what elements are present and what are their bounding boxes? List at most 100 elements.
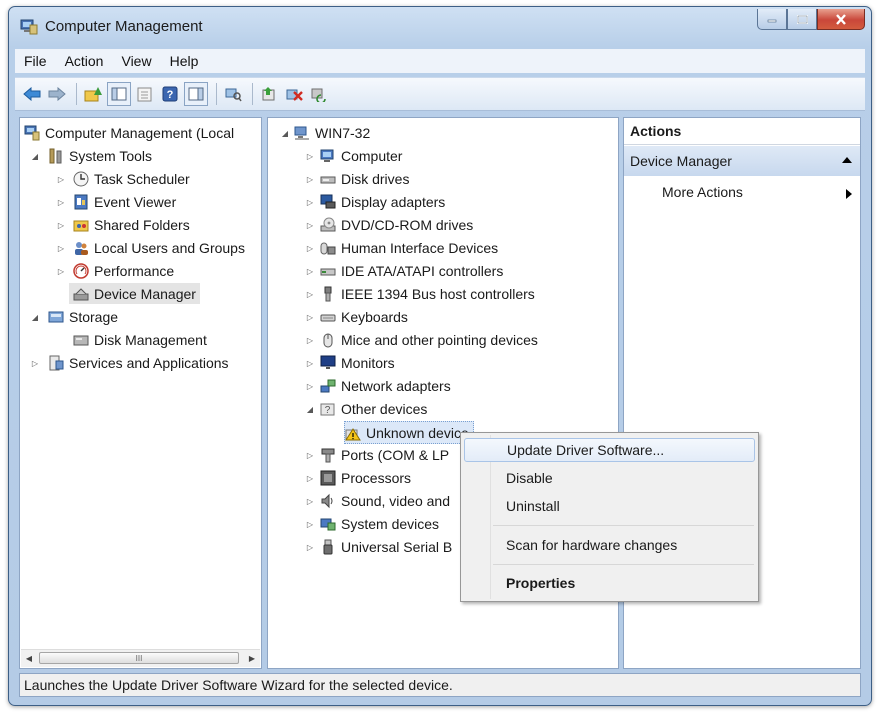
close-button[interactable] — [817, 9, 865, 30]
expand-icon[interactable]: ▷ — [56, 174, 66, 184]
computer-icon — [320, 149, 334, 162]
tree-node-task-scheduler[interactable]: Task Scheduler — [73, 168, 190, 189]
tree-node-performance[interactable]: Performance — [73, 260, 174, 281]
device-category-usb[interactable]: Universal Serial B — [320, 536, 452, 557]
collapse-icon[interactable]: ◢ — [280, 128, 290, 138]
expand-icon[interactable]: ▷ — [305, 450, 315, 460]
menu-properties[interactable]: Properties — [464, 571, 755, 595]
tree-node-system-tools[interactable]: System Tools — [48, 145, 152, 166]
title-bar[interactable]: Computer Management — [9, 7, 871, 45]
tree-node-services-applications[interactable]: Services and Applications — [48, 352, 229, 373]
forward-button[interactable] — [46, 83, 68, 105]
help-button[interactable]: ? — [159, 83, 181, 105]
update-driver-button[interactable] — [258, 83, 280, 105]
tree-node-shared-folders[interactable]: Shared Folders — [73, 214, 190, 235]
expand-icon[interactable]: ▷ — [305, 335, 315, 345]
device-category-dvd-drives[interactable]: DVD/CD-ROM drives — [320, 214, 473, 235]
device-category-keyboards[interactable]: Keyboards — [320, 306, 408, 327]
menu-action[interactable]: Action — [56, 53, 113, 69]
expand-icon[interactable]: ▷ — [305, 151, 315, 161]
expand-icon[interactable]: ▷ — [56, 220, 66, 230]
console-tree[interactable]: Computer Management (Local ◢ System Tool… — [19, 117, 262, 669]
scroll-right-icon[interactable]: ▶ — [246, 652, 258, 664]
up-level-button[interactable] — [82, 83, 104, 105]
expand-icon[interactable]: ▷ — [305, 542, 315, 552]
expand-icon[interactable]: ▷ — [305, 243, 315, 253]
expand-icon[interactable]: ▷ — [305, 289, 315, 299]
expand-icon[interactable]: ▷ — [305, 312, 315, 322]
expand-icon[interactable]: ▷ — [305, 174, 315, 184]
expand-icon[interactable]: ▷ — [305, 358, 315, 368]
menu-view[interactable]: View — [112, 53, 160, 69]
device-tree-root[interactable]: WIN7-32 — [294, 122, 370, 143]
device-category-ieee1394[interactable]: IEEE 1394 Bus host controllers — [320, 283, 535, 304]
expand-icon[interactable]: ▷ — [305, 519, 315, 529]
collapse-icon[interactable]: ◢ — [305, 404, 315, 414]
device-category-network-adapters[interactable]: Network adapters — [320, 375, 451, 396]
actions-section-device-manager[interactable]: Device Manager — [624, 146, 860, 176]
menu-file[interactable]: File — [15, 53, 56, 69]
expand-icon[interactable]: ▷ — [305, 473, 315, 483]
tree-node-local-users[interactable]: Local Users and Groups — [73, 237, 245, 258]
device-category-ide-controllers[interactable]: IDE ATA/ATAPI controllers — [320, 260, 503, 281]
show-hide-action-pane-button[interactable] — [184, 82, 208, 106]
maximize-button[interactable] — [787, 9, 817, 30]
category-label: Keyboards — [341, 308, 408, 325]
minimize-button[interactable] — [757, 9, 787, 30]
device-category-monitors[interactable]: Monitors — [320, 352, 395, 373]
collapse-caret-icon[interactable] — [842, 157, 852, 163]
submenu-arrow-icon[interactable] — [846, 189, 852, 199]
device-category-system-devices[interactable]: System devices — [320, 513, 439, 534]
expand-icon[interactable]: ▷ — [305, 496, 315, 506]
device-category-mice[interactable]: Mice and other pointing devices — [320, 329, 538, 350]
enable-device-button[interactable] — [308, 83, 330, 105]
scrollbar-thumb[interactable]: III — [39, 652, 239, 664]
expand-icon[interactable]: ▷ — [305, 266, 315, 276]
device-category-processors[interactable]: Processors — [320, 467, 411, 488]
expand-icon[interactable]: ▷ — [305, 381, 315, 391]
category-label: Human Interface Devices — [341, 239, 499, 256]
expand-icon[interactable]: ▷ — [56, 197, 66, 207]
collapse-icon[interactable]: ◢ — [30, 151, 40, 161]
tree-node-device-manager[interactable]: Device Manager — [69, 283, 200, 304]
menu-update-driver-software[interactable]: Update Driver Software... — [464, 438, 755, 462]
expand-icon[interactable]: ▷ — [305, 197, 315, 207]
back-button[interactable] — [21, 83, 43, 105]
tree-node-computer-management[interactable]: Computer Management (Local — [24, 122, 234, 143]
scroll-left-icon[interactable]: ◀ — [23, 652, 35, 664]
device-unknown-device[interactable]: Unknown device — [344, 421, 474, 444]
uninstall-button[interactable] — [283, 83, 305, 105]
device-category-ports[interactable]: Ports (COM & LP — [320, 444, 449, 465]
more-actions-link[interactable]: More Actions — [662, 184, 743, 200]
tree-node-label: Disk Management — [94, 331, 207, 348]
tree-node-event-viewer[interactable]: Event Viewer — [73, 191, 176, 212]
scan-hardware-button[interactable] — [222, 83, 244, 105]
menu-uninstall[interactable]: Uninstall — [464, 494, 755, 518]
collapse-icon[interactable]: ◢ — [30, 312, 40, 322]
maximize-icon — [796, 14, 808, 24]
toolbar-separator — [76, 83, 77, 105]
other-devices-icon: ? — [320, 403, 335, 416]
device-category-computer[interactable]: Computer — [320, 145, 402, 166]
device-category-display-adapters[interactable]: Display adapters — [320, 191, 445, 212]
device-category-disk-drives[interactable]: Disk drives — [320, 168, 409, 189]
event-viewer-icon — [74, 194, 88, 209]
export-list-button[interactable] — [134, 83, 156, 105]
menu-disable[interactable]: Disable — [464, 466, 755, 490]
horizontal-scrollbar[interactable]: ◀ III ▶ — [21, 649, 260, 667]
device-category-human-interface[interactable]: Human Interface Devices — [320, 237, 498, 258]
warning-device-icon — [345, 427, 361, 440]
tree-node-disk-management[interactable]: Disk Management — [73, 329, 207, 350]
show-hide-tree-button[interactable] — [107, 82, 131, 106]
update-driver-icon — [262, 87, 275, 101]
menu-help[interactable]: Help — [161, 53, 208, 69]
device-category-sound[interactable]: Sound, video and — [320, 490, 450, 511]
expand-icon[interactable]: ▷ — [30, 358, 40, 368]
expand-icon[interactable]: ▷ — [56, 266, 66, 276]
tree-node-storage[interactable]: Storage — [48, 306, 118, 327]
device-category-other-devices[interactable]: ? Other devices — [320, 398, 427, 419]
expand-icon[interactable]: ▷ — [305, 220, 315, 230]
expand-icon[interactable]: ▷ — [56, 243, 66, 253]
storage-icon — [48, 311, 64, 322]
menu-scan-hardware-changes[interactable]: Scan for hardware changes — [464, 533, 755, 557]
